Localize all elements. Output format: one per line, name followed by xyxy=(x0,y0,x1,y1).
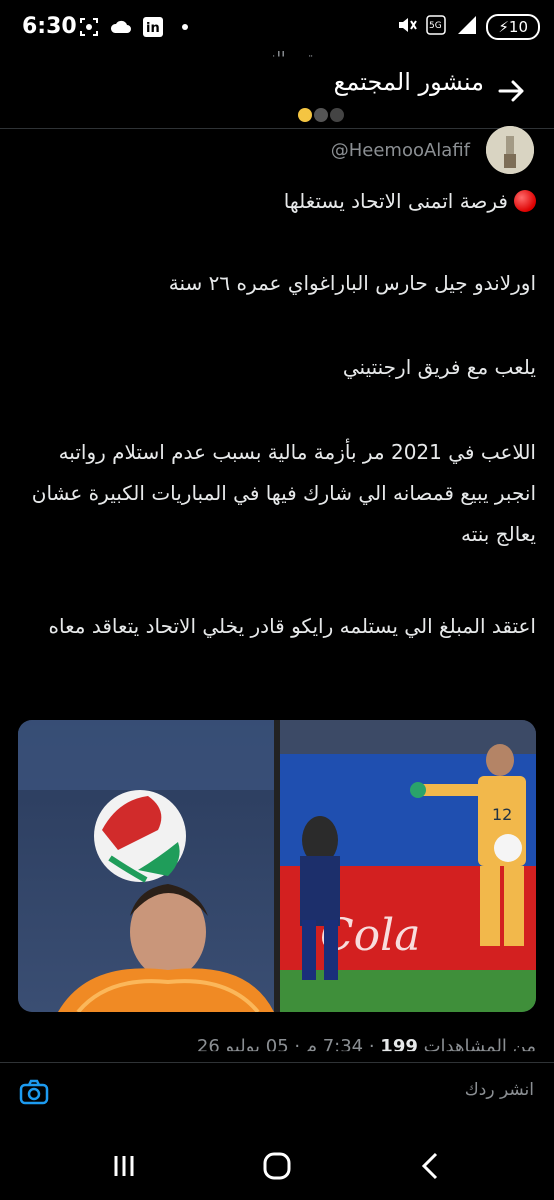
tweet-paragraph-4: اللاعب في 2021 مر بأزمة مالية بسبب عدم ا… xyxy=(31,440,536,546)
system-status-icons: 5G ⚡10 xyxy=(396,14,540,40)
svg-text:12: 12 xyxy=(492,805,512,824)
media-grid: Cola 12 xyxy=(18,720,536,1012)
header-divider xyxy=(0,128,554,129)
dot-icon xyxy=(174,16,196,38)
signal-icon xyxy=(456,14,478,40)
tweet-date: 05 يوليو 26 xyxy=(196,1036,289,1057)
linkedin-icon: in xyxy=(142,16,164,38)
clock: 6:30 xyxy=(22,14,77,39)
back-arrow-icon[interactable] xyxy=(494,74,528,108)
tweet-paragraph-1: فرصة اتمنى الاتحاد يستغلها xyxy=(284,184,536,218)
battery-level: 10 xyxy=(508,18,528,36)
notification-icons: in xyxy=(78,16,196,38)
reply-divider xyxy=(0,1062,554,1063)
weather-icon xyxy=(110,16,132,38)
page-title: منشور المجتمع xyxy=(333,68,484,96)
tweet-paragraph-3: يلعب مع فريق ارجنتيني xyxy=(342,355,536,379)
tweet-meta: من المشاهدات 199 · 7:34 م · 05 يوليو 26 xyxy=(196,1036,536,1057)
media-photo-match-scene[interactable]: Cola 12 xyxy=(280,720,536,1012)
emoji-badges xyxy=(298,108,344,122)
tweet-paragraph-5: اعتقد المبلغ الي يستلمه رايكو قادر يخلي … xyxy=(48,614,536,638)
gray-circle-icon-2 xyxy=(330,108,344,122)
back-nav-icon[interactable] xyxy=(414,1148,450,1184)
avatar[interactable] xyxy=(486,126,534,174)
network-5g-icon: 5G xyxy=(426,14,448,40)
screenshot-icon xyxy=(78,16,100,38)
tweet-paragraph-2: اورلاندو جيل حارس الباراغواي عمره ٢٦ سنة xyxy=(168,271,536,295)
svg-text:5G: 5G xyxy=(429,21,442,31)
top-app-bar: منشور المجتمع xyxy=(0,58,554,128)
camera-icon[interactable] xyxy=(18,1076,50,1108)
gray-circle-icon xyxy=(314,108,328,122)
views-label: من المشاهدات xyxy=(423,1036,536,1057)
battery-indicator: ⚡10 xyxy=(486,14,540,40)
tweet-text-1: فرصة اتمنى الاتحاد يستغلها xyxy=(283,189,508,213)
svg-text:in: in xyxy=(146,21,160,36)
system-navigation-bar xyxy=(0,1130,554,1200)
mute-icon xyxy=(396,14,418,40)
reply-input[interactable]: انشر ردك xyxy=(465,1080,534,1100)
media-photo-goalkeeper-ball[interactable] xyxy=(18,720,274,1012)
yellow-circle-icon xyxy=(298,108,312,122)
views-count: 199 xyxy=(380,1036,418,1057)
tweet-time: 7:34 م xyxy=(305,1036,364,1057)
home-icon[interactable] xyxy=(259,1148,295,1184)
recent-apps-icon[interactable] xyxy=(106,1148,142,1184)
author-handle[interactable]: @HeemooAlafif xyxy=(331,140,470,161)
red-circle-icon xyxy=(514,190,536,212)
